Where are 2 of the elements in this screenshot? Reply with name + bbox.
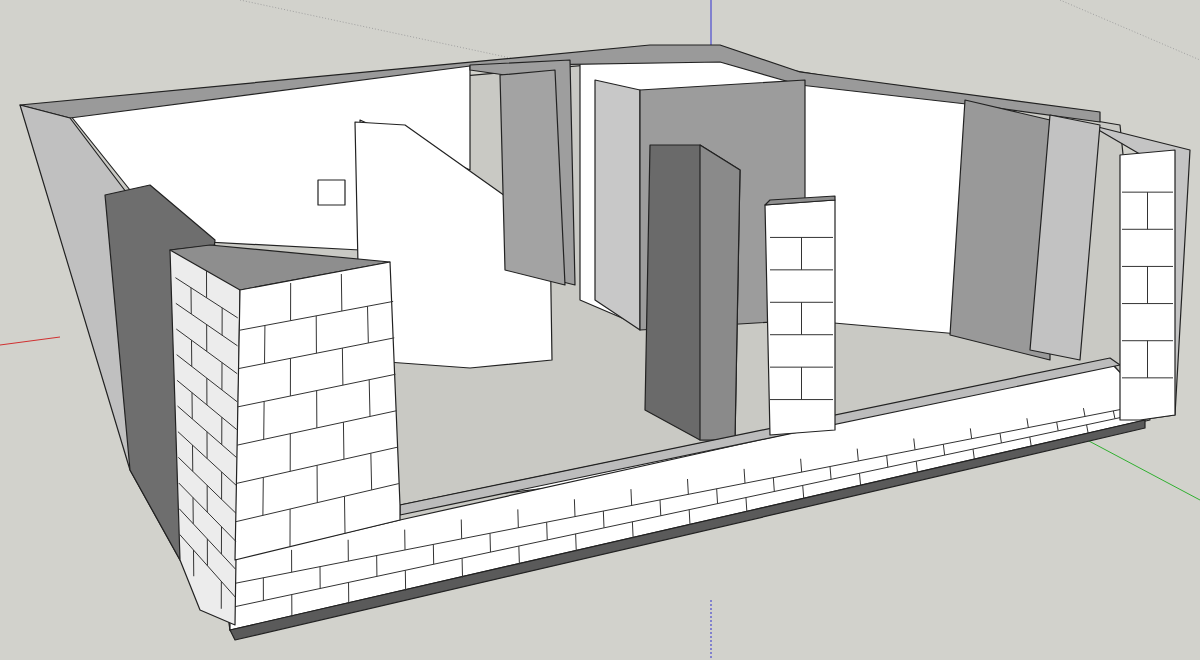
axis-line bbox=[0, 336, 61, 346]
axis-line bbox=[710, 599, 712, 660]
